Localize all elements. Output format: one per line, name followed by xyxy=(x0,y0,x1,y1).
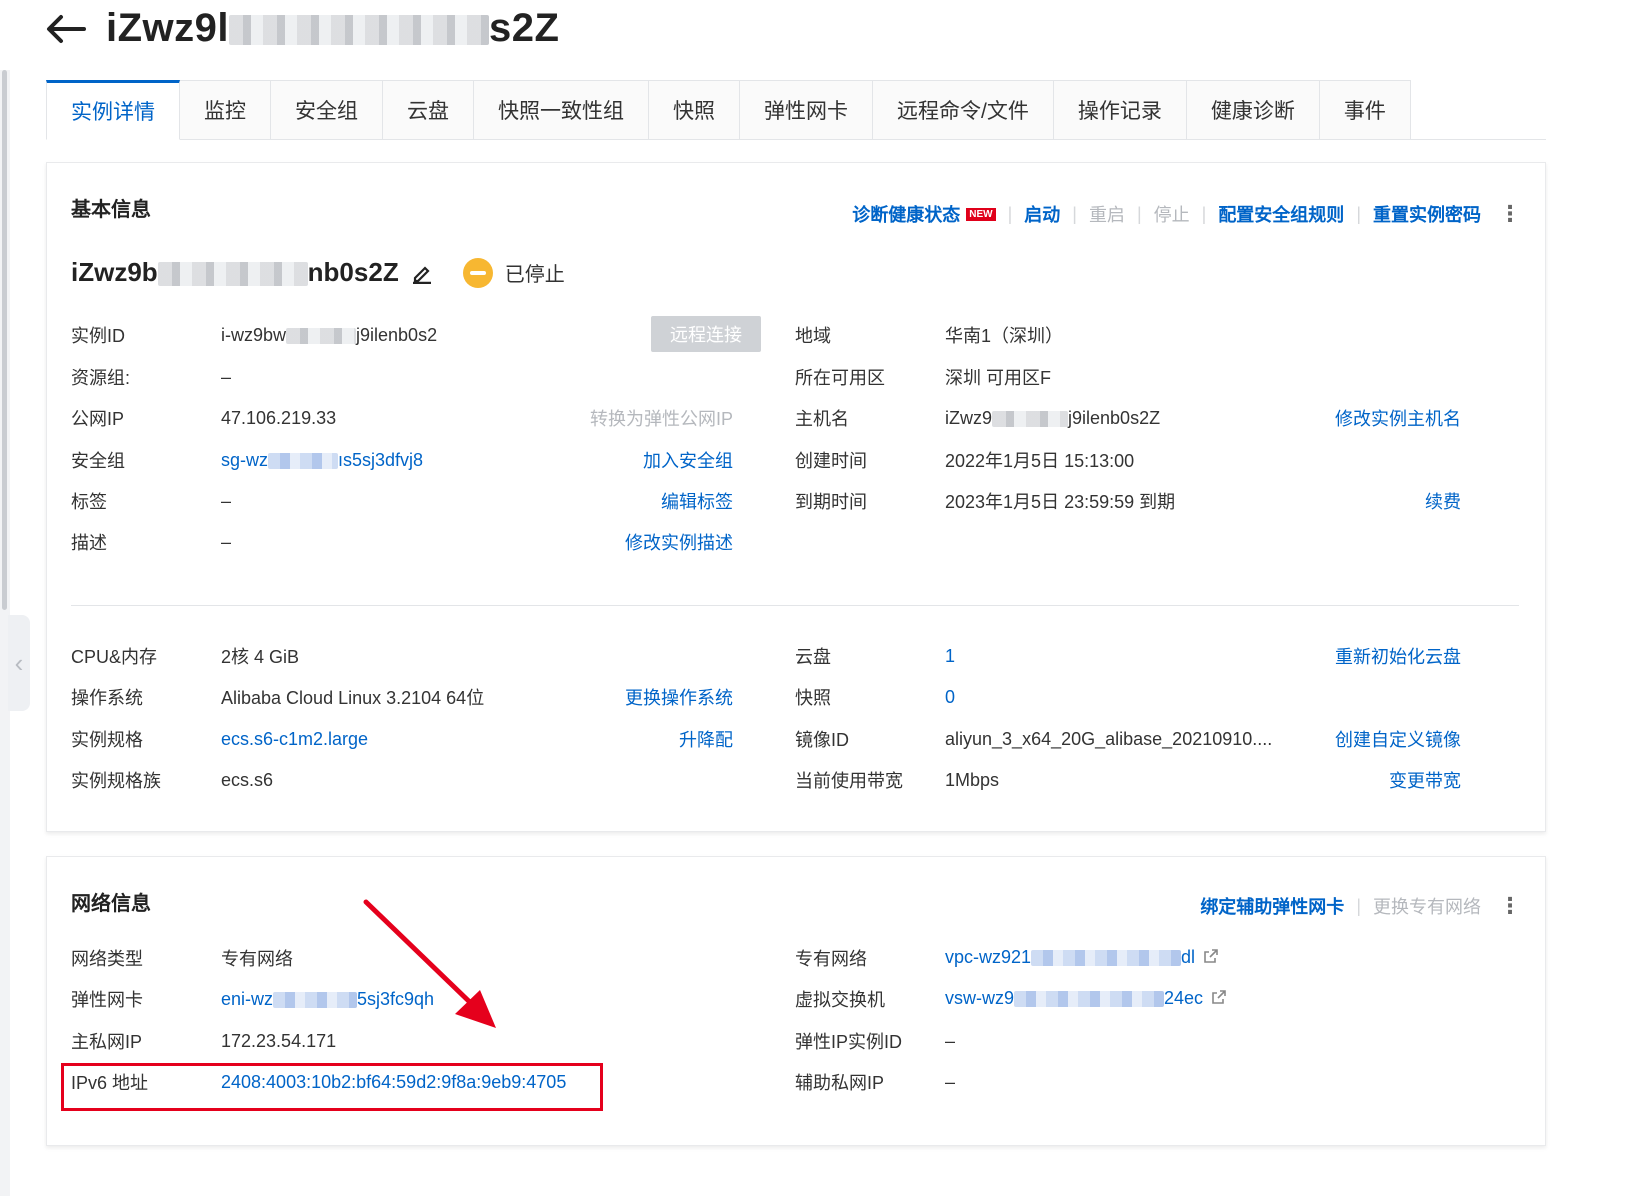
title-suffix: s2Z xyxy=(489,6,560,50)
row-network-type: 网络类型 专有网络 xyxy=(71,949,293,969)
edit-pencil-icon[interactable] xyxy=(411,262,433,284)
row-cpu-memory: CPU&内存 2核 4 GiB xyxy=(71,647,300,667)
stopped-status-icon xyxy=(462,257,493,288)
scrollbar[interactable] xyxy=(2,70,7,610)
tab-remote-command[interactable]: 远程命令/文件 xyxy=(873,80,1054,140)
basic-actions: 诊断健康状态 NEW | 启动 | 重启 | 停止 | 配置安全组规则 | 重置… xyxy=(852,201,1521,227)
row-instance-id: 实例ID i-wz9bw j9ilenb0s2 远程连接 xyxy=(71,316,761,352)
row-eni: 弹性网卡 eni-wz 5sj3fc9qh xyxy=(71,988,435,1011)
tab-health-diagnosis[interactable]: 健康诊断 xyxy=(1186,80,1320,140)
stop-link: 停止 xyxy=(1153,205,1190,225)
row-snapshots: 快照 0 xyxy=(795,686,956,709)
back-arrow-icon[interactable] xyxy=(46,7,90,51)
row-zone: 所在可用区 深圳 可用区F xyxy=(795,368,1051,388)
vpc-link[interactable]: vpc-wz921 dl xyxy=(945,947,1219,969)
tab-snapshot-consistency-group[interactable]: 快照一致性组 xyxy=(474,80,649,140)
row-instance-type: 实例规格 ecs.s6-c1m2.large 升降配 xyxy=(71,724,741,754)
tab-instance-detail[interactable]: 实例详情 xyxy=(46,80,180,140)
tab-cloud-disk[interactable]: 云盘 xyxy=(383,80,474,140)
tab-eni[interactable]: 弹性网卡 xyxy=(740,80,873,140)
change-os-link[interactable]: 更换操作系统 xyxy=(625,684,733,710)
disk-count-link[interactable]: 1 xyxy=(945,646,955,667)
edit-tags-link[interactable]: 编辑标签 xyxy=(661,488,733,514)
diagnose-health-link[interactable]: 诊断健康状态 xyxy=(852,201,960,227)
tab-events[interactable]: 事件 xyxy=(1319,80,1411,140)
bind-eni-link[interactable]: 绑定辅助弹性网卡 xyxy=(1200,893,1344,919)
tab-monitor[interactable]: 监控 xyxy=(180,80,271,140)
page-header: iZwz9l s2Z xyxy=(46,6,559,51)
row-tags: 标签 – 编辑标签 xyxy=(71,486,741,516)
page-title: iZwz9l s2Z xyxy=(106,6,559,51)
row-region: 地域 华南1（深圳） xyxy=(795,326,1064,346)
tab-security-group[interactable]: 安全组 xyxy=(271,80,383,140)
row-hostname: 主机名 iZwz9 j9ilenb0s2Z 修改实例主机名 xyxy=(795,403,1461,433)
row-bandwidth: 当前使用带宽 1Mbps 变更带宽 xyxy=(795,765,1461,795)
vswitch-link[interactable]: vsw-wz9 24ec xyxy=(945,988,1227,1010)
row-vpc: 专有网络 vpc-wz921 dl xyxy=(795,943,1461,973)
more-menu-icon[interactable]: ⋮ xyxy=(1499,895,1521,917)
row-primary-private-ip: 主私网IP 172.23.54.171 xyxy=(71,1030,337,1053)
convert-eip-link: 转换为弹性公网IP xyxy=(589,409,733,429)
edit-description-link[interactable]: 修改实例描述 xyxy=(625,529,733,555)
row-created-time: 创建时间 2022年1月5日 15:13:00 xyxy=(795,451,1135,471)
eni-link[interactable]: eni-wz 5sj3fc9qh xyxy=(221,989,434,1010)
config-sg-rules-link[interactable]: 配置安全组规则 xyxy=(1218,201,1344,227)
row-description: 描述 – 修改实例描述 xyxy=(71,527,741,557)
reset-password-link[interactable]: 重置实例密码 xyxy=(1373,201,1481,227)
change-vpc-link: 更换专有网络 xyxy=(1373,897,1481,917)
chevron-left-icon: ‹ xyxy=(14,647,24,678)
instance-status: 已停止 xyxy=(504,264,565,286)
external-link-icon[interactable] xyxy=(1211,989,1227,1010)
row-resource-group: 资源组: – xyxy=(71,366,232,389)
row-public-ip: 公网IP 47.106.219.33 转换为弹性公网IP xyxy=(71,403,741,433)
row-expire-time: 到期时间 2023年1月5日 23:59:59 到期 续费 xyxy=(795,486,1461,516)
basic-info-card: 基本信息 诊断健康状态 NEW | 启动 | 重启 | 停止 | 配置安全组规则… xyxy=(46,162,1546,832)
title-prefix: iZwz9l xyxy=(106,6,230,50)
redacted-mask xyxy=(229,15,490,46)
collapse-sidebar-handle[interactable]: ‹ xyxy=(8,615,30,711)
row-eip-instance-id: 弹性IP实例ID – xyxy=(795,1030,956,1053)
row-security-group: 安全组 sg-wz ıs5sj3dfvj8 加入安全组 xyxy=(71,445,741,475)
section-divider xyxy=(71,605,1519,606)
row-image-id: 镜像ID aliyun_3_x64_20G_alibase_20210910..… xyxy=(795,724,1461,754)
start-link[interactable]: 启动 xyxy=(1024,201,1060,227)
join-security-group-link[interactable]: 加入安全组 xyxy=(643,447,733,473)
change-bandwidth-link[interactable]: 变更带宽 xyxy=(1389,767,1461,793)
edit-hostname-link[interactable]: 修改实例主机名 xyxy=(1335,405,1461,431)
section-title-basic: 基本信息 xyxy=(71,199,151,221)
row-os: 操作系统 Alibaba Cloud Linux 3.2104 64位 更换操作… xyxy=(71,682,741,712)
network-actions: 绑定辅助弹性网卡 | 更换专有网络 ⋮ xyxy=(1200,893,1521,919)
instance-name: iZwz9b nb0s2Z xyxy=(71,257,399,287)
external-link-icon[interactable] xyxy=(1203,948,1219,969)
row-disks: 云盘 1 重新初始化云盘 xyxy=(795,641,1461,671)
restart-link: 重启 xyxy=(1088,205,1125,225)
section-title-network: 网络信息 xyxy=(71,893,151,915)
more-menu-icon[interactable]: ⋮ xyxy=(1499,203,1521,225)
reinit-disk-link[interactable]: 重新初始化云盘 xyxy=(1335,643,1461,669)
instance-name-row: iZwz9b nb0s2Z 已停止 xyxy=(71,257,565,288)
remote-connect-button[interactable]: 远程连接 xyxy=(651,316,761,352)
snapshot-count-link[interactable]: 0 xyxy=(945,687,955,708)
create-custom-image-link[interactable]: 创建自定义镜像 xyxy=(1335,726,1461,752)
tab-snapshot[interactable]: 快照 xyxy=(649,80,740,140)
row-instance-family: 实例规格族 ecs.s6 xyxy=(71,769,274,792)
row-secondary-private-ip: 辅助私网IP – xyxy=(795,1071,956,1094)
ipv6-highlight-box xyxy=(61,1063,603,1111)
security-group-link[interactable]: sg-wz ıs5sj3dfvj8 xyxy=(221,450,423,471)
row-vswitch: 虚拟交换机 vsw-wz9 24ec xyxy=(795,984,1461,1014)
network-info-card: 网络信息 绑定辅助弹性网卡 | 更换专有网络 ⋮ 网络类型 专有网络 弹性网卡 … xyxy=(46,856,1546,1146)
upgrade-downgrade-link[interactable]: 升降配 xyxy=(679,726,733,752)
renew-link[interactable]: 续费 xyxy=(1425,488,1461,514)
instance-type-link[interactable]: ecs.s6-c1m2.large xyxy=(221,729,368,750)
tab-bar: 实例详情 监控 安全组 云盘 快照一致性组 快照 弹性网卡 远程命令/文件 操作… xyxy=(46,80,1546,140)
tab-operation-log[interactable]: 操作记录 xyxy=(1053,80,1187,140)
new-badge: NEW xyxy=(966,207,996,221)
